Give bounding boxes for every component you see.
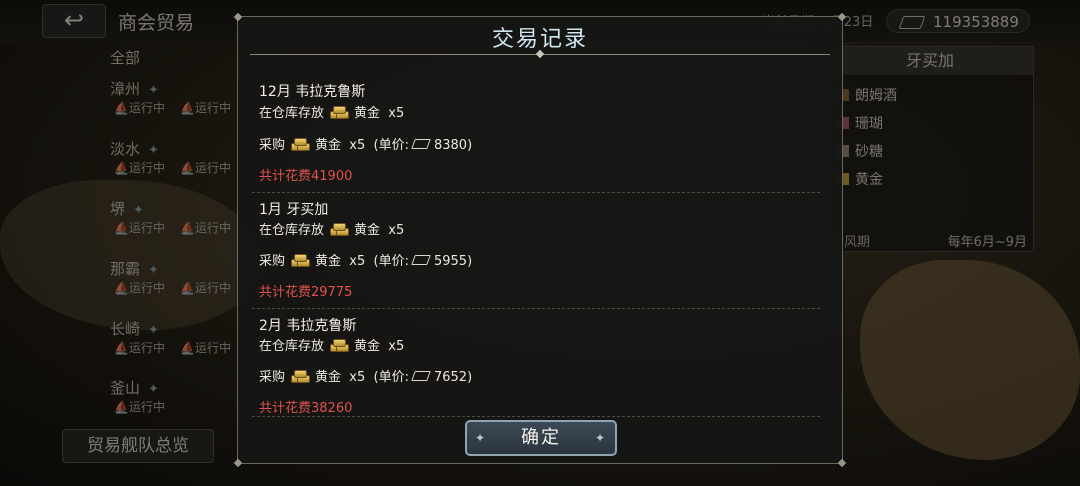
record-purchase: 采购 黄金 x5 (单价: 7652): [259, 370, 473, 385]
game-screen: ↩ 商会贸易 当前日期: 9月23日 119353889 全部 漳州✦ ⛵运行中…: [0, 0, 1080, 486]
record-stock: 在仓库存放 黄金 x5: [259, 339, 405, 354]
gold-bar-icon: [291, 138, 311, 151]
record-title: 2月 韦拉克鲁斯: [259, 318, 357, 334]
record-separator: [252, 308, 820, 309]
trade-record-dialog: 交易记录 12月 韦拉克鲁斯 在仓库存放 黄金 x5 采购 黄金 x5 (单价: 83…: [233, 12, 847, 468]
banknote-icon: [411, 255, 431, 265]
record-purchase: 采购 黄金 x5 (单价: 5955): [259, 254, 473, 269]
gold-bar-icon: [330, 106, 350, 119]
record-separator: [252, 192, 820, 193]
record-purchase: 采购 黄金 x5 (单价: 8380): [259, 138, 473, 153]
sparkle-icon: ✦: [475, 431, 488, 445]
record-title: 1月 牙买加: [259, 202, 329, 218]
gold-bar-icon: [330, 223, 350, 236]
record-title: 12月 韦拉克鲁斯: [259, 84, 366, 100]
gold-bar-icon: [291, 254, 311, 267]
gold-bar-icon: [330, 339, 350, 352]
banknote-icon: [411, 371, 431, 381]
record-stock: 在仓库存放 黄金 x5: [259, 223, 405, 238]
record-total: 共计花费41900: [259, 169, 353, 184]
sparkle-icon: ✦: [594, 431, 607, 445]
banknote-icon: [411, 139, 431, 149]
record-separator: [252, 416, 820, 417]
record-total: 共计花费38260: [259, 401, 353, 416]
dialog-title: 交易记录: [491, 27, 588, 52]
gold-bar-icon: [291, 370, 311, 383]
record-stock: 在仓库存放 黄金 x5: [259, 106, 405, 121]
record-total: 共计花费29775: [259, 285, 353, 300]
confirm-button[interactable]: ✦ 确定 ✦: [465, 420, 617, 456]
